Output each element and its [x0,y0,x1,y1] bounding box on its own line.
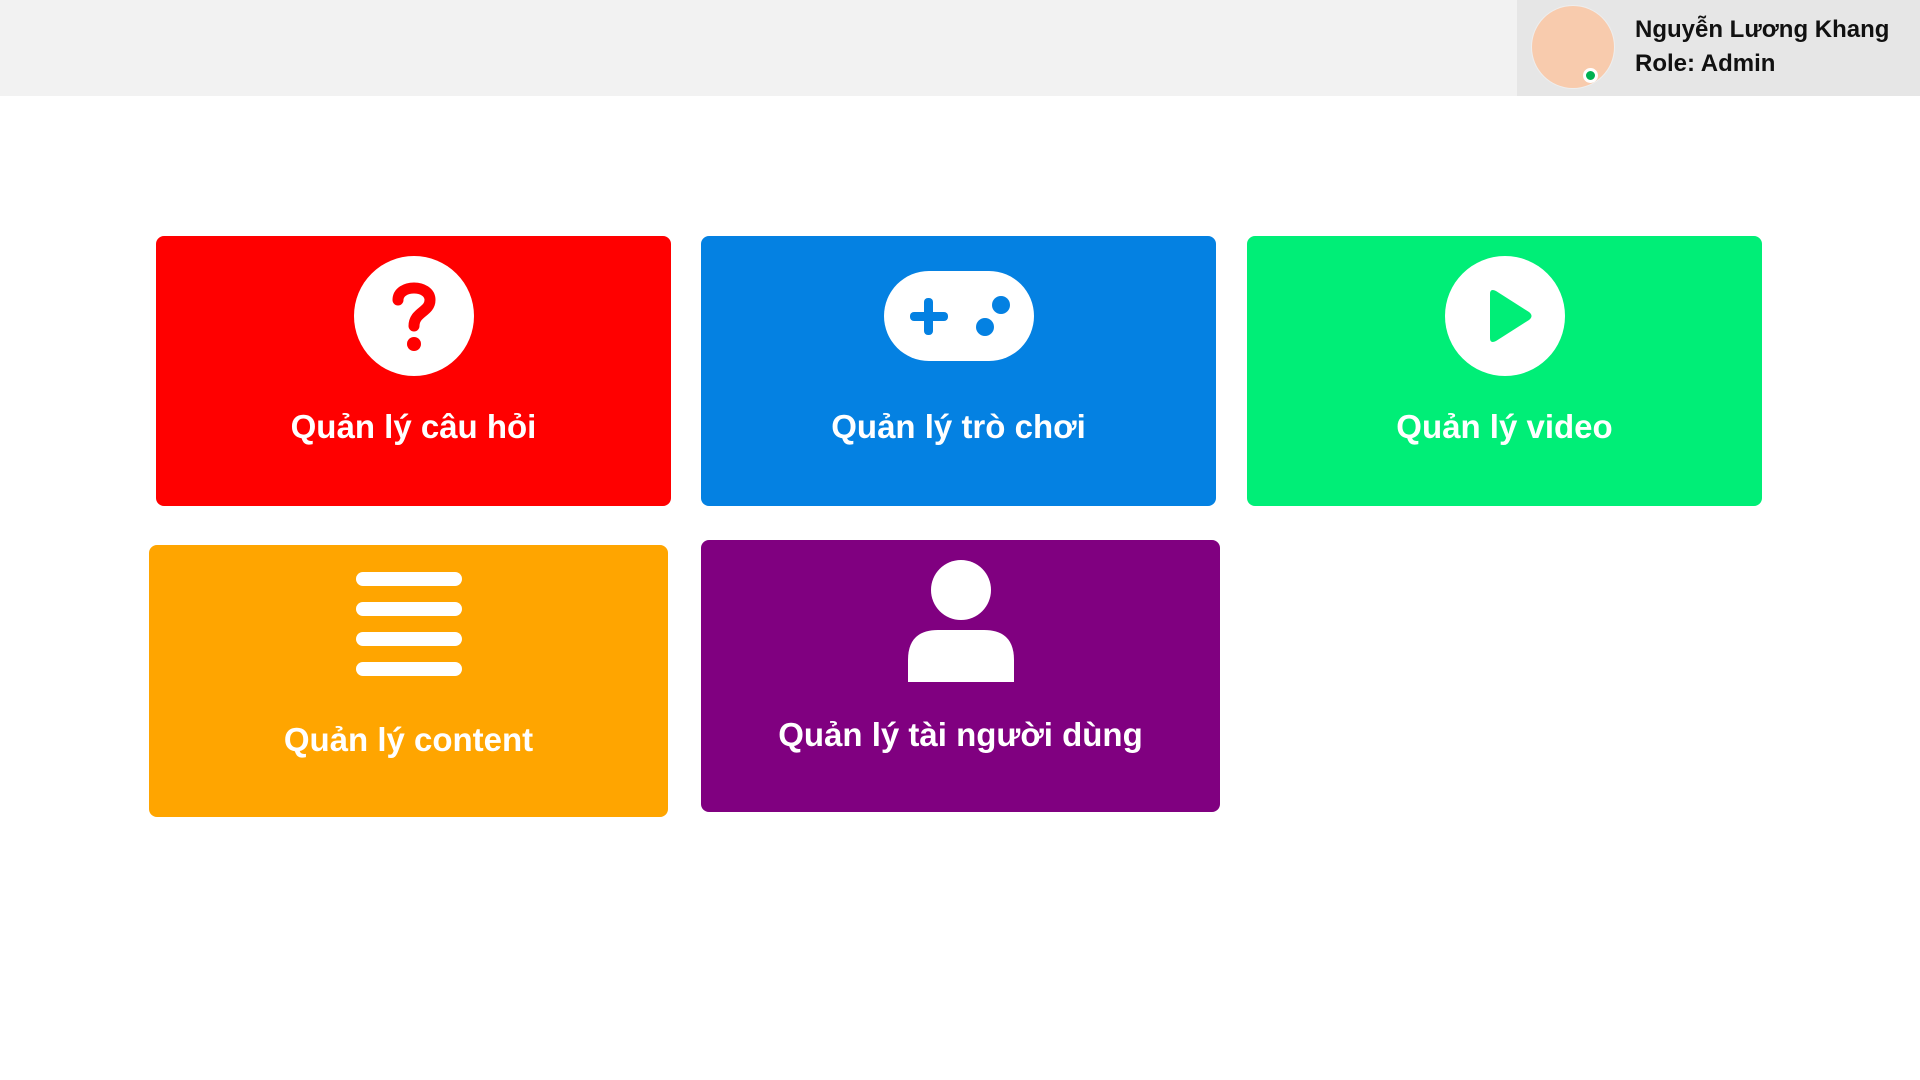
manage-video-card[interactable]: Quản lý video [1247,236,1762,506]
avatar[interactable] [1532,6,1614,88]
list-lines-icon [355,572,462,678]
manage-users-card[interactable]: Quản lý tài người dùng [701,540,1220,812]
user-name: Nguyễn Lương Khang [1635,16,1890,43]
manage-games-card[interactable]: Quản lý trò chơi [701,236,1216,506]
manage-questions-card[interactable]: Quản lý câu hỏi [156,236,671,506]
top-bar: Nguyễn Lương Khang Role: Admin [0,0,1920,96]
user-role: Role: Admin [1635,50,1776,77]
manage-video-label: Quản lý video [1396,408,1613,445]
manage-games-label: Quản lý trò chơi [831,408,1086,445]
user-profile-panel[interactable]: Nguyễn Lương Khang Role: Admin [1517,0,1920,96]
play-circle-icon [1444,256,1565,376]
manage-content-label: Quản lý content [283,721,534,758]
question-circle-icon [353,256,474,376]
gamepad-icon [883,271,1034,361]
user-icon [907,560,1014,682]
manage-questions-label: Quản lý câu hỏi [290,408,537,445]
online-status-icon [1583,68,1598,83]
manage-users-label: Quản lý tài người dùng [778,716,1143,753]
manage-content-card[interactable]: Quản lý content [149,545,668,817]
